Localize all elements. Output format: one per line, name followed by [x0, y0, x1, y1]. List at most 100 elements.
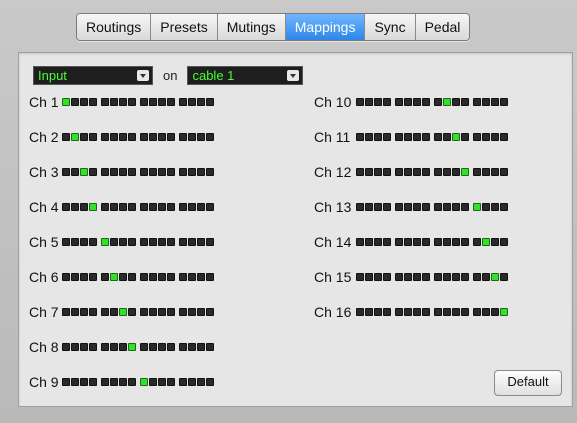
channel-led[interactable] — [434, 97, 442, 106]
channel-led[interactable] — [197, 272, 205, 281]
channel-led[interactable] — [356, 167, 364, 176]
channel-led[interactable] — [482, 132, 490, 141]
channel-led[interactable] — [101, 342, 109, 351]
channel-led[interactable] — [140, 97, 148, 106]
channel-led[interactable] — [167, 377, 175, 386]
channel-led[interactable] — [356, 132, 364, 141]
channel-led[interactable] — [452, 132, 460, 141]
channel-led[interactable] — [473, 307, 481, 316]
tab-routings[interactable]: Routings — [77, 14, 152, 40]
channel-led[interactable] — [473, 202, 481, 211]
channel-led[interactable] — [101, 167, 109, 176]
channel-led[interactable] — [149, 132, 157, 141]
channel-led[interactable] — [461, 202, 469, 211]
channel-led[interactable] — [179, 377, 187, 386]
channel-led[interactable] — [158, 97, 166, 106]
channel-led[interactable] — [461, 307, 469, 316]
channel-led[interactable] — [119, 272, 127, 281]
channel-led[interactable] — [500, 202, 508, 211]
channel-led[interactable] — [443, 307, 451, 316]
channel-led[interactable] — [140, 167, 148, 176]
channel-led[interactable] — [128, 202, 136, 211]
channel-led[interactable] — [365, 97, 373, 106]
channel-led[interactable] — [422, 237, 430, 246]
channel-led[interactable] — [80, 97, 88, 106]
channel-led[interactable] — [374, 97, 382, 106]
channel-led[interactable] — [62, 167, 70, 176]
channel-led[interactable] — [374, 167, 382, 176]
channel-led[interactable] — [80, 237, 88, 246]
channel-led[interactable] — [404, 272, 412, 281]
channel-led[interactable] — [140, 377, 148, 386]
channel-led[interactable] — [434, 307, 442, 316]
channel-led[interactable] — [206, 132, 214, 141]
channel-led[interactable] — [473, 167, 481, 176]
channel-led[interactable] — [89, 132, 97, 141]
channel-led[interactable] — [491, 167, 499, 176]
channel-led[interactable] — [356, 237, 364, 246]
channel-led[interactable] — [89, 202, 97, 211]
channel-led[interactable] — [80, 377, 88, 386]
channel-led[interactable] — [128, 377, 136, 386]
cable-select[interactable]: cable 1 — [187, 66, 304, 85]
channel-led[interactable] — [179, 307, 187, 316]
channel-led[interactable] — [206, 202, 214, 211]
channel-led[interactable] — [461, 237, 469, 246]
channel-led[interactable] — [158, 307, 166, 316]
channel-led[interactable] — [80, 202, 88, 211]
channel-led[interactable] — [365, 307, 373, 316]
channel-led[interactable] — [206, 237, 214, 246]
channel-led[interactable] — [158, 272, 166, 281]
channel-led[interactable] — [491, 307, 499, 316]
channel-led[interactable] — [62, 307, 70, 316]
channel-led[interactable] — [383, 202, 391, 211]
channel-led[interactable] — [149, 202, 157, 211]
channel-led[interactable] — [452, 167, 460, 176]
channel-led[interactable] — [62, 377, 70, 386]
channel-led[interactable] — [356, 202, 364, 211]
channel-led[interactable] — [128, 97, 136, 106]
channel-led[interactable] — [395, 272, 403, 281]
channel-led[interactable] — [443, 272, 451, 281]
channel-led[interactable] — [434, 272, 442, 281]
channel-led[interactable] — [110, 167, 118, 176]
channel-led[interactable] — [383, 307, 391, 316]
channel-led[interactable] — [365, 202, 373, 211]
channel-led[interactable] — [167, 97, 175, 106]
channel-led[interactable] — [71, 167, 79, 176]
channel-led[interactable] — [149, 97, 157, 106]
channel-led[interactable] — [101, 202, 109, 211]
tab-pedal[interactable]: Pedal — [415, 14, 470, 40]
channel-led[interactable] — [500, 307, 508, 316]
channel-led[interactable] — [395, 237, 403, 246]
channel-led[interactable] — [89, 97, 97, 106]
channel-led[interactable] — [71, 237, 79, 246]
channel-led[interactable] — [374, 132, 382, 141]
channel-led[interactable] — [188, 202, 196, 211]
channel-led[interactable] — [413, 202, 421, 211]
channel-led[interactable] — [179, 342, 187, 351]
channel-led[interactable] — [101, 272, 109, 281]
channel-led[interactable] — [149, 167, 157, 176]
channel-led[interactable] — [365, 167, 373, 176]
channel-led[interactable] — [71, 307, 79, 316]
channel-led[interactable] — [119, 342, 127, 351]
channel-led[interactable] — [158, 377, 166, 386]
channel-led[interactable] — [188, 342, 196, 351]
channel-led[interactable] — [110, 307, 118, 316]
channel-led[interactable] — [395, 307, 403, 316]
channel-led[interactable] — [404, 97, 412, 106]
channel-led[interactable] — [383, 132, 391, 141]
channel-led[interactable] — [119, 97, 127, 106]
channel-led[interactable] — [119, 132, 127, 141]
channel-led[interactable] — [206, 377, 214, 386]
channel-led[interactable] — [356, 97, 364, 106]
channel-led[interactable] — [89, 307, 97, 316]
channel-led[interactable] — [473, 237, 481, 246]
channel-led[interactable] — [62, 97, 70, 106]
channel-led[interactable] — [188, 377, 196, 386]
channel-led[interactable] — [395, 202, 403, 211]
channel-led[interactable] — [188, 97, 196, 106]
channel-led[interactable] — [374, 272, 382, 281]
channel-led[interactable] — [482, 272, 490, 281]
